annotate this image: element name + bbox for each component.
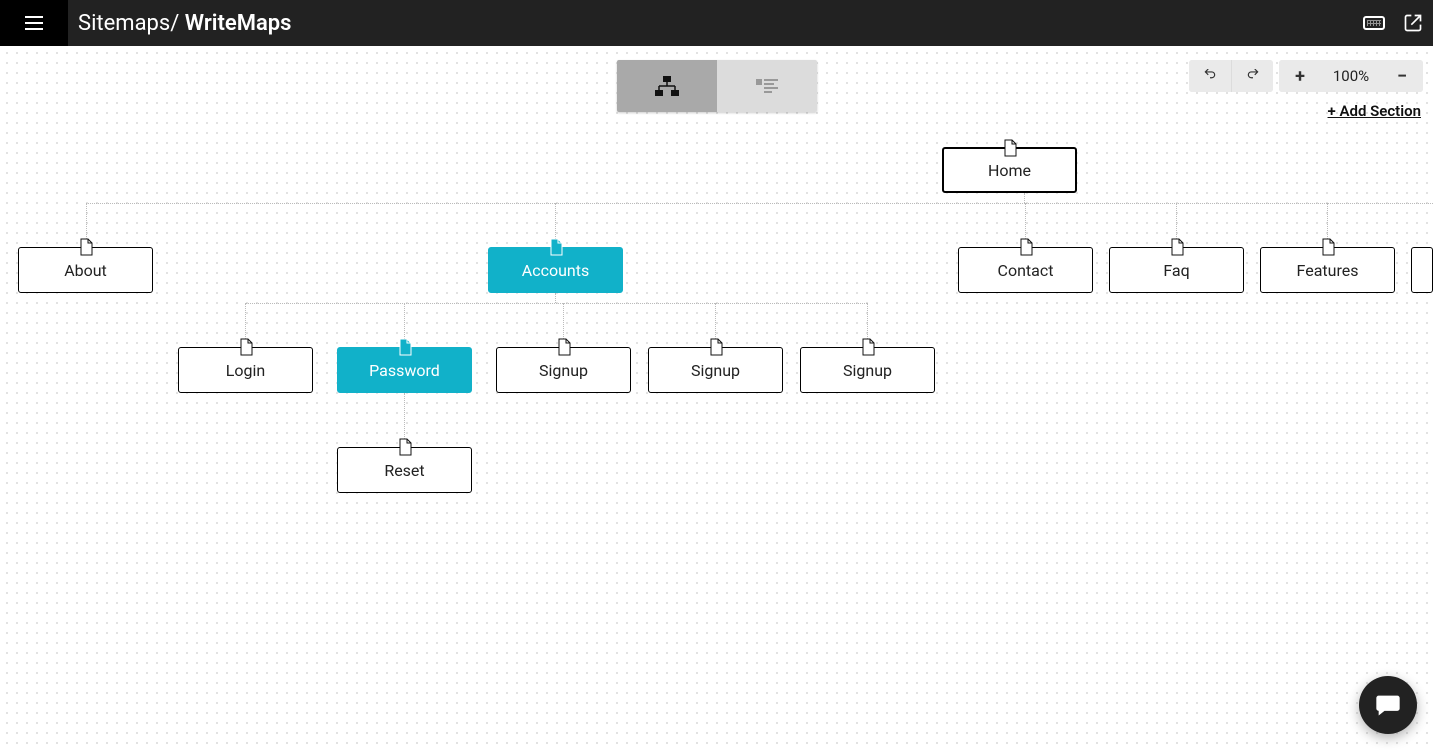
chat-icon: [1374, 691, 1402, 719]
node-password[interactable]: Password: [337, 347, 472, 393]
app-header: Sitemaps/ WriteMaps: [0, 0, 1433, 46]
node-label: Faq: [1163, 261, 1189, 280]
tree-view-icon: [652, 74, 682, 98]
node-label: Signup: [539, 361, 588, 380]
page-icon: [239, 338, 253, 356]
connector: [555, 293, 556, 303]
connector: [86, 203, 1433, 204]
connector: [245, 303, 867, 304]
node-label: Home: [988, 161, 1031, 180]
page-icon: [1019, 238, 1033, 256]
node-label: Login: [226, 361, 265, 380]
canvas-toolbar: + 100% −: [1189, 60, 1423, 92]
node-label: Contact: [998, 261, 1054, 280]
node-overflow[interactable]: [1411, 247, 1433, 293]
breadcrumb: Sitemaps/ WriteMaps: [78, 11, 291, 36]
redo-icon: [1244, 69, 1262, 83]
breadcrumb-current: WriteMaps: [185, 11, 292, 36]
view-toggle: [617, 60, 817, 112]
node-label: Signup: [691, 361, 740, 380]
page-icon: [1003, 139, 1017, 157]
view-toggle-tree[interactable]: [617, 60, 717, 112]
node-faq[interactable]: Faq: [1109, 247, 1244, 293]
zoom-out-button[interactable]: −: [1381, 60, 1423, 92]
page-icon: [557, 338, 571, 356]
undo-icon: [1201, 69, 1219, 83]
list-view-icon: [752, 74, 782, 98]
node-features[interactable]: Features: [1260, 247, 1395, 293]
page-icon: [1321, 238, 1335, 256]
node-signup-3[interactable]: Signup: [800, 347, 935, 393]
page-icon: [1170, 238, 1184, 256]
node-login[interactable]: Login: [178, 347, 313, 393]
share-icon[interactable]: [1403, 13, 1423, 33]
add-section-link[interactable]: + Add Section: [1328, 102, 1421, 120]
node-about[interactable]: About: [18, 247, 153, 293]
hamburger-icon: [25, 16, 43, 30]
page-icon: [549, 238, 563, 256]
node-label: Signup: [843, 361, 892, 380]
node-contact[interactable]: Contact: [958, 247, 1093, 293]
sitemap-canvas[interactable]: + 100% − + Add Section Home About Accoun…: [0, 46, 1433, 750]
keyboard-icon[interactable]: [1363, 16, 1385, 30]
node-label: Password: [369, 361, 440, 380]
connector: [1024, 193, 1025, 203]
menu-button[interactable]: [0, 0, 68, 46]
undo-button[interactable]: [1189, 60, 1231, 92]
node-label: About: [64, 261, 107, 280]
node-reset[interactable]: Reset: [337, 447, 472, 493]
node-signup-1[interactable]: Signup: [496, 347, 631, 393]
view-toggle-list[interactable]: [717, 60, 817, 112]
node-label: Reset: [384, 461, 424, 480]
node-label: Features: [1297, 261, 1359, 280]
node-home[interactable]: Home: [942, 147, 1077, 193]
zoom-level-label: 100%: [1321, 60, 1381, 92]
breadcrumb-root[interactable]: Sitemaps/: [78, 11, 185, 36]
page-icon: [398, 338, 412, 356]
node-accounts[interactable]: Accounts: [488, 247, 623, 293]
node-signup-2[interactable]: Signup: [648, 347, 783, 393]
zoom-in-button[interactable]: +: [1279, 60, 1321, 92]
page-icon: [861, 338, 875, 356]
redo-button[interactable]: [1231, 60, 1273, 92]
page-icon: [79, 238, 93, 256]
page-icon: [398, 438, 412, 456]
node-label: Accounts: [522, 261, 589, 280]
page-icon: [709, 338, 723, 356]
chat-button[interactable]: [1359, 676, 1417, 734]
